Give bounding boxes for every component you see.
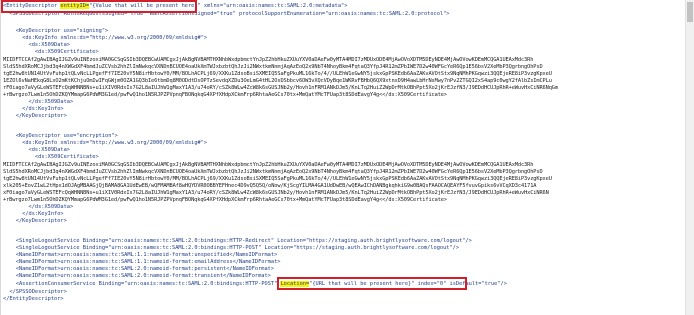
acs-index-default: index="0" isDefault="true"/> xyxy=(414,281,507,287)
key-descriptor-signing-close: </KeyDescriptor> xyxy=(3,113,67,119)
key-descriptor-signing: <KeyDescriptor use="signing"> xyxy=(3,28,109,34)
certificate-line: SldS5hdXRoMCJjbd3q4nXWGdXF4bmdJuZCVsb2hh… xyxy=(3,64,543,70)
certificate-line: tgE2hw8tUN14UtVvFuhp1tQLvNcLLPgefFf7IE20… xyxy=(3,71,552,77)
acs-location-value: "{URL that will be present here}" xyxy=(309,281,415,287)
single-logout-redirect: <SingleLogoutService Binding="urn:oasis:… xyxy=(3,238,472,244)
sp-sso-descriptor-open: <SPSSODescriptor AuthnRequestsSigned="tr… xyxy=(3,11,450,17)
certificate-line: +rBwrgzo7Lwm1n5OhDZKQYMmapG6PdWM3G1ed/pw… xyxy=(3,197,447,203)
acs-http-post: HTTP-POST" xyxy=(245,281,281,287)
certificate-line: +rBwrgzo7Lwm1n5OhDZKQYMmapG6PdWM3G1ed/pw… xyxy=(3,92,447,98)
key-descriptor-encryption-close: </KeyDescriptor> xyxy=(3,218,67,224)
x509-certificate-signing-open: <ds:X509Certificate> xyxy=(3,49,99,55)
certificate-line: SldS5hdXRoMCJjbd3q4nXWGdXF4bmdJuZCVsb2hh… xyxy=(3,169,543,175)
entity-descriptor-close: </EntityDescriptor> xyxy=(3,296,64,302)
key-descriptor-encryption: <KeyDescriptor use="encryption"> xyxy=(3,133,118,139)
certificate-line: xF0iago7aVyGLeWSTEFcQqWHNNBNs+u1iXIV0Rdx… xyxy=(3,190,549,196)
acs-location-attribute: Location= xyxy=(280,281,310,287)
nameid-format-unspecified: <NameIDFormat>urn:oasis:names:tc:SAML:1.… xyxy=(3,252,278,258)
key-info-signing: <ds:KeyInfo xmlns:ds="http://www.w3.org/… xyxy=(3,35,208,41)
x509-data-encryption-close: </ds:X509Data> xyxy=(3,204,74,210)
entity-tag-open: <EntityDescriptor xyxy=(3,3,61,9)
entity-id-attribute: entityID= xyxy=(60,3,90,9)
certificate-line: MIIDFTCCAf2gAwIBAgIJGZv9uINEzoxiMA0GCSqG… xyxy=(3,57,534,63)
certificate-line: tgE2hw8tUN14UtVvFuhp1tQLvNcLLPgefFf7IE20… xyxy=(3,176,552,182)
certificate-line: MIIDFTCCAf2gAwIBAgIJGZv9uINEzoxiMA0GCSqG… xyxy=(3,162,534,168)
x509-certificate-encryption-open: <ds:X509Certificate> xyxy=(3,154,99,160)
acs-binding: <AssertionConsumerService Binding="urn:o… xyxy=(3,281,246,287)
key-info-encryption: <ds:KeyInfo xmlns:ds="http://www.w3.org/… xyxy=(3,140,208,146)
xml-document-view: <EntityDescriptor entityID="{Value that … xyxy=(0,0,687,315)
assertion-consumer-service: <AssertionConsumerService Binding="urn:o… xyxy=(3,281,507,287)
key-info-signing-close: </ds:KeyInfo> xyxy=(3,106,64,112)
key-info-encryption-close: </ds:KeyInfo> xyxy=(3,211,64,217)
entity-descriptor-open: <EntityDescriptor entityID="{Value that … xyxy=(3,3,347,9)
entity-id-value: "{Value that will be present here}" xyxy=(89,3,201,9)
sp-sso-descriptor-close: </SPSSODescriptor> xyxy=(3,289,67,295)
x509-data-signing-close: </ds:X509Data> xyxy=(3,99,74,105)
x509-data-encryption: <ds:X509Data> xyxy=(3,147,70,153)
entity-xmlns: xmlns="urn:oasis:names:tc:SAML:2.0:metad… xyxy=(200,3,348,9)
scrollbar-thumb[interactable] xyxy=(687,2,693,22)
nameid-format-email: <NameIDFormat>urn:oasis:names:tc:SAML:1.… xyxy=(3,259,281,265)
nameid-format-persistent: <NameIDFormat>urn:oasis:names:tc:SAML:2.… xyxy=(3,266,275,272)
vertical-scrollbar[interactable] xyxy=(685,0,694,315)
nameid-format-transient: <NameIDFormat>urn:oasis:names:tc:SAML:2.… xyxy=(3,273,271,279)
certificate-line: xlk205+EovZ1wL2tHpx1dOJAgMBAAGjQjBAMA8GA… xyxy=(3,183,537,189)
x509-data-signing: <ds:X509Data> xyxy=(3,42,70,48)
certificate-line: 1EZOl6vNaHEkqG8LxO2mKtKChjuOmIwIFqGWjm0O… xyxy=(3,78,552,84)
single-logout-post: <SingleLogoutService Binding="urn:oasis:… xyxy=(3,245,460,251)
certificate-line: rF0iago7aVyGLeWSTEFcQqWHNNBNs+u1iXIV0Rdx… xyxy=(3,85,558,91)
